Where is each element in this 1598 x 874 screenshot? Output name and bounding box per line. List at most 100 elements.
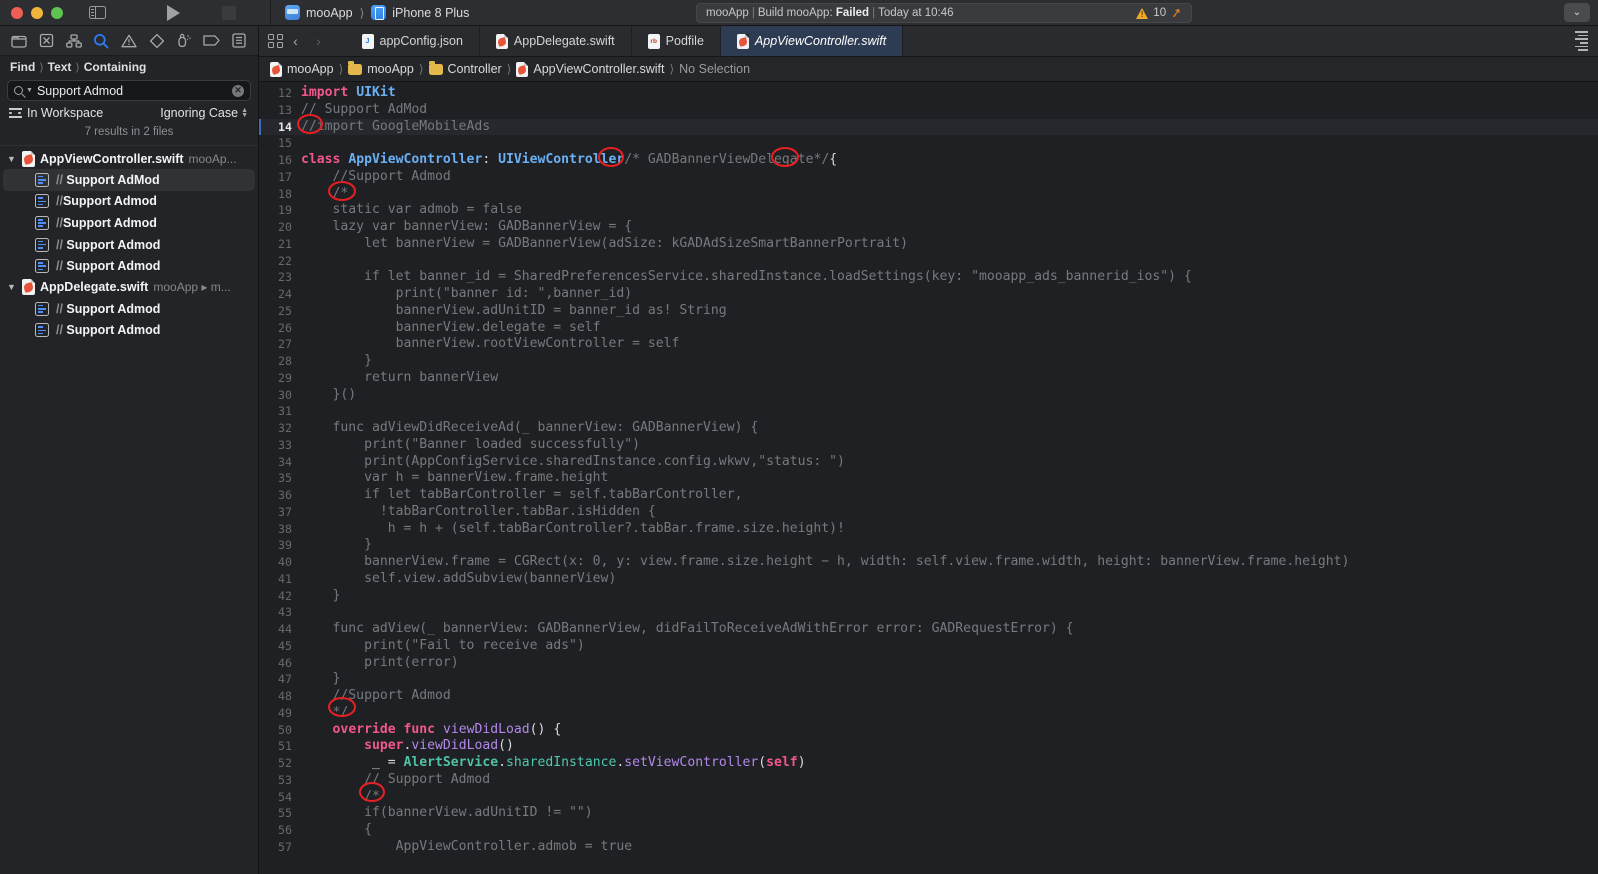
code-line[interactable]: 41 self.view.addSubview(bannerView) xyxy=(259,571,1598,588)
forward-button[interactable]: › xyxy=(309,33,329,49)
result-group-header[interactable]: ▼ AppDelegate.swift mooApp ▸ m... xyxy=(0,277,258,298)
chevron-down-icon[interactable]: ▼ xyxy=(6,154,17,164)
status-warnings[interactable]: 10 ➚ xyxy=(1136,4,1183,21)
tab-appconfig-json[interactable]: J appConfig.json xyxy=(346,26,480,56)
list-item[interactable]: //Support Admod xyxy=(3,212,255,234)
code-line[interactable]: 13 // Support AdMod xyxy=(259,102,1598,119)
code-line[interactable]: 32 func adViewDidReceiveAd(_ bannerView:… xyxy=(259,420,1598,437)
code-line[interactable]: 39 } xyxy=(259,537,1598,554)
code-line[interactable]: 27 bannerView.rootViewController = self xyxy=(259,336,1598,353)
code-line[interactable]: 56 { xyxy=(259,822,1598,839)
code-line[interactable]: 45 print("Fail to receive ads") xyxy=(259,638,1598,655)
tab-podfile[interactable]: rb Podfile xyxy=(632,26,721,56)
find-breadcrumb-text[interactable]: Text xyxy=(48,60,72,74)
code-line[interactable]: 55 if(bannerView.adUnitID != "") xyxy=(259,805,1598,822)
breadcrumb-item-controller[interactable]: Controller xyxy=(428,61,502,76)
code-line[interactable]: 24 print("banner id: ",banner_id) xyxy=(259,286,1598,303)
zoom-window-button[interactable] xyxy=(51,6,63,19)
code-line[interactable]: 38 h = h + (self.tabBarController?.tabBa… xyxy=(259,521,1598,538)
code-line[interactable]: 29 return bannerView xyxy=(259,370,1598,387)
search-input[interactable]: ▼ Support Admod ✕ xyxy=(7,80,251,101)
code-line[interactable]: 31 xyxy=(259,403,1598,420)
list-item[interactable]: //Support Admod xyxy=(3,191,255,213)
sidebar-item-issue-navigator[interactable] xyxy=(117,30,141,52)
tab-appviewcontroller-swift[interactable]: AppViewController.swift xyxy=(720,26,904,56)
clear-search-icon[interactable]: ✕ xyxy=(232,84,244,97)
code-line[interactable]: 53 // Support Admod xyxy=(259,772,1598,789)
status-bar[interactable]: mooApp | Build mooApp: Failed | Today at 10:… xyxy=(696,3,1192,23)
code-line[interactable]: 49 */ xyxy=(259,705,1598,722)
code-line[interactable]: 47 } xyxy=(259,671,1598,688)
find-breadcrumb-find[interactable]: Find xyxy=(10,60,35,74)
scheme-selector[interactable]: mooApp ⟩ iPhone 8 Plus xyxy=(270,0,469,26)
result-group-header[interactable]: ▼ AppViewController.swift mooAp... xyxy=(0,148,258,169)
minimap-toggle-icon[interactable] xyxy=(1575,31,1588,51)
code-line[interactable]: 44 func adView(_ bannerView: GADBannerVi… xyxy=(259,621,1598,638)
code-line[interactable]: 35 var h = bannerView.frame.height xyxy=(259,470,1598,487)
minimize-window-button[interactable] xyxy=(31,6,43,19)
sidebar-item-source-control-navigator[interactable] xyxy=(34,30,58,52)
run-button[interactable] xyxy=(160,3,186,23)
find-breadcrumb-containing[interactable]: Containing xyxy=(84,60,147,74)
list-item[interactable]: // Support Admod xyxy=(3,298,255,320)
sidebar-item-report-navigator[interactable] xyxy=(227,30,251,52)
code-line[interactable]: 48 //Support Admod xyxy=(259,688,1598,705)
case-option[interactable]: Ignoring Case ▲ ▼ xyxy=(160,106,248,120)
code-line[interactable]: 21 let bannerView = GADBannerView(adSize… xyxy=(259,236,1598,253)
back-button[interactable]: ‹ xyxy=(286,33,306,49)
code-line[interactable]: 46 print(error) xyxy=(259,655,1598,672)
code-line[interactable]: 37 !tabBarController.tabBar.isHidden { xyxy=(259,504,1598,521)
code-line[interactable]: 43 xyxy=(259,604,1598,621)
sidebar-item-test-navigator[interactable] xyxy=(145,30,169,52)
list-item[interactable]: // Support Admod xyxy=(3,234,255,256)
code-line[interactable]: 18 /* xyxy=(259,186,1598,203)
code-line[interactable]: 50 override func viewDidLoad() { xyxy=(259,722,1598,739)
code-line[interactable]: 15 xyxy=(259,135,1598,152)
code-line[interactable]: 12 import UIKit xyxy=(259,85,1598,102)
sidebar-item-find-navigator[interactable] xyxy=(89,30,113,52)
code-line[interactable]: 42 } xyxy=(259,588,1598,605)
code-line[interactable]: 14 //import GoogleMobileAds xyxy=(259,118,1598,136)
tab-overview-icon[interactable] xyxy=(268,33,283,49)
code-line[interactable]: 19 static var admob = false xyxy=(259,202,1598,219)
code-line[interactable]: 51 super.viewDidLoad() xyxy=(259,738,1598,755)
sidebar-item-project-navigator[interactable] xyxy=(7,30,31,52)
breadcrumb-item-group[interactable]: mooApp xyxy=(348,61,414,76)
code-line[interactable]: 22 xyxy=(259,253,1598,270)
code-line[interactable]: 52 _ = AlertService.sharedInstance.setVi… xyxy=(259,755,1598,772)
tab-appdelegate-swift[interactable]: AppDelegate.swift xyxy=(480,26,632,56)
code-line[interactable]: 26 bannerView.delegate = self xyxy=(259,320,1598,337)
code-line[interactable]: 23 if let banner_id = SharedPreferencesS… xyxy=(259,269,1598,286)
code-line[interactable]: 16 class AppViewController: UIViewControl… xyxy=(259,152,1598,169)
code-line[interactable]: 34 print(AppConfigService.sharedInstance… xyxy=(259,454,1598,471)
breadcrumb-item-file[interactable]: AppViewController.swift xyxy=(516,61,664,77)
list-item[interactable]: // Support Admod xyxy=(3,255,255,277)
code-line[interactable]: 36 if let tabBarController = self.tabBar… xyxy=(259,487,1598,504)
code-editor[interactable]: 12 import UIKit 13 // Support AdMod 14 //impo… xyxy=(259,82,1598,874)
sidebar-item-breakpoint-navigator[interactable] xyxy=(200,30,224,52)
code-line[interactable]: 40 bannerView.frame = CGRect(x: 0, y: vi… xyxy=(259,554,1598,571)
search-results-list[interactable]: ▼ AppViewController.swift mooAp... // Su… xyxy=(0,146,258,874)
chevron-down-icon[interactable]: ▼ xyxy=(6,282,17,292)
code-line[interactable]: 57 AppViewController.admob = true xyxy=(259,839,1598,856)
close-window-button[interactable] xyxy=(11,6,23,19)
code-line[interactable]: 33 print("Banner loaded successfully") xyxy=(259,437,1598,454)
breadcrumb-item-selection[interactable]: No Selection xyxy=(679,62,750,76)
code-line[interactable]: 17 //Support Admod xyxy=(259,169,1598,186)
chevron-down-button[interactable]: ⌄ xyxy=(1564,3,1590,22)
code-line[interactable]: 30 }() xyxy=(259,387,1598,404)
code-lines[interactable]: 12 import UIKit 13 // Support AdMod 14 //impo… xyxy=(259,82,1598,856)
breadcrumb-item-project[interactable]: mooApp xyxy=(270,61,334,77)
list-item[interactable]: // Support Admod xyxy=(3,320,255,342)
stop-button[interactable] xyxy=(216,3,242,23)
search-scope-label[interactable]: In Workspace xyxy=(27,106,103,120)
code-line[interactable]: 28 } xyxy=(259,353,1598,370)
list-item[interactable]: // Support AdMod xyxy=(3,169,255,191)
sidebar-item-debug-navigator[interactable] xyxy=(172,30,196,52)
sidebar-item-symbol-navigator[interactable] xyxy=(62,30,86,52)
code-line[interactable]: 54 /* xyxy=(259,789,1598,806)
code-line[interactable]: 25 bannerView.adUnitID = banner_id as! S… xyxy=(259,303,1598,320)
sidebar-toggle-button[interactable] xyxy=(84,3,110,23)
code-line[interactable]: 20 lazy var bannerView: GADBannerView = … xyxy=(259,219,1598,236)
tab-label: Podfile xyxy=(665,34,704,48)
